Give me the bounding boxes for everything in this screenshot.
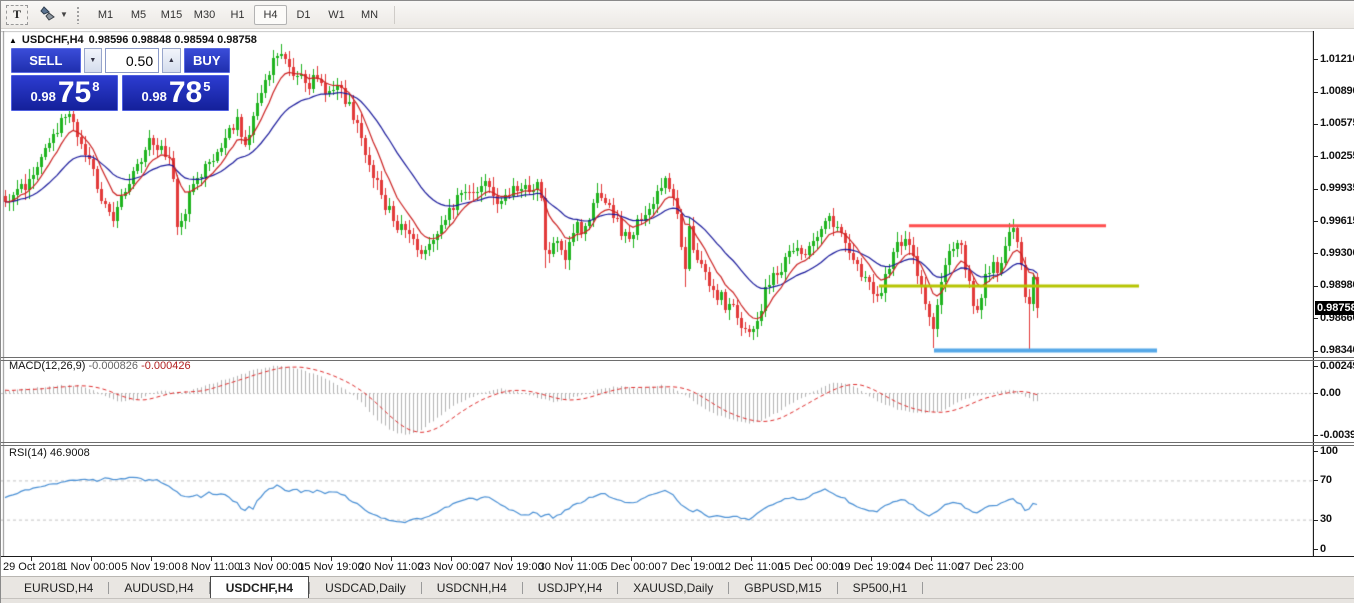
price-tick-label: 0.99300 [1320, 247, 1354, 259]
price-tick-mark [1314, 156, 1318, 157]
chart-tab-bar: EURUSD,H4AUDUSD,H4USDCHF,H4USDCAD,DailyU… [1, 576, 1354, 598]
buy-price-box[interactable]: 0.98 78 5 [122, 75, 229, 111]
status-strip [1, 598, 1354, 603]
macd-tick-mark [1314, 435, 1318, 436]
macd-tick-label: 0.002492 [1320, 360, 1354, 372]
price-tick-mark [1314, 253, 1318, 254]
macd-tick-mark [1314, 366, 1318, 367]
price-tick-label: 1.00890 [1320, 85, 1354, 97]
buy-button[interactable]: BUY [184, 48, 230, 73]
macd-name: MACD(12,26,9) [9, 360, 85, 372]
price-tick-mark [1314, 59, 1318, 60]
rsi-tick-label: 30 [1320, 513, 1332, 525]
rsi-indicator-label: RSI(14) 46.9008 [9, 447, 90, 459]
pane-separator[interactable] [1, 360, 1354, 361]
price-tick-label: 0.99615 [1320, 215, 1354, 227]
collapse-triangle-icon[interactable]: ▲ [9, 36, 17, 45]
tab-usdjpy-h4[interactable]: USDJPY,H4 [523, 578, 617, 598]
tab-eurusd-h4[interactable]: EURUSD,H4 [9, 578, 108, 598]
chart-symbol-period: USDCHF,H4 [22, 34, 84, 46]
toolbar: T ▼ M1M5M15M30H1H4D1W1MN [1, 1, 1354, 29]
toolbar-separator [394, 6, 395, 24]
tab-usdchf-h4[interactable]: USDCHF,H4 [210, 576, 309, 598]
timeframe-buttons: M1M5M15M30H1H4D1W1MN [89, 5, 386, 25]
tab-sp500-h1[interactable]: SP500,H1 [838, 578, 923, 598]
macd-signal-value: -0.000426 [141, 360, 191, 372]
rsi-tick-label: 0 [1320, 543, 1326, 555]
timeframe-button-m30[interactable]: M30 [188, 5, 221, 25]
timeframe-button-mn[interactable]: MN [353, 5, 386, 25]
tab-gbpusd-m15[interactable]: GBPUSD,M15 [729, 578, 836, 598]
sell-button[interactable]: SELL [11, 48, 81, 73]
price-tick-mark [1314, 189, 1318, 190]
price-tick-mark [1314, 124, 1318, 125]
text-label-tool-button[interactable]: T [6, 5, 28, 25]
buy-price-prefix: 0.98 [142, 89, 167, 104]
lot-size-input[interactable] [105, 48, 159, 73]
timeframe-button-m5[interactable]: M5 [122, 5, 155, 25]
rsi-tick-label: 70 [1320, 474, 1332, 486]
chevron-down-icon: ▼ [60, 10, 68, 19]
chart-title: ▲ USDCHF,H4 0.98596 0.98848 0.98594 0.98… [9, 34, 257, 46]
lot-decrease-button[interactable]: ▼ [84, 48, 102, 73]
tab-usdcnh-h4[interactable]: USDCNH,H4 [422, 578, 522, 598]
macd-main-value: -0.000826 [88, 360, 138, 372]
rsi-name: RSI(14) [9, 447, 47, 459]
rsi-tick-mark [1314, 549, 1318, 550]
buy-price-pip: 5 [203, 79, 210, 94]
current-price-badge: 0.98758 [1315, 301, 1354, 315]
time-tick-label: 27 Dec 23:00 [946, 561, 1036, 573]
macd-tick-mark [1314, 393, 1318, 394]
price-tick-label: 1.01210 [1320, 53, 1354, 65]
diamond-shapes-icon [38, 5, 58, 24]
sell-price-prefix: 0.98 [31, 89, 56, 104]
lot-increase-button[interactable]: ▲ [162, 48, 180, 73]
one-click-trade-panel: SELL ▼ ▲ BUY 0.98 75 8 0.98 78 5 [11, 48, 230, 111]
trading-platform-window: { "toolbar": { "text_tool_label": "T", "… [0, 0, 1354, 603]
rsi-value: 46.9008 [50, 447, 90, 459]
price-tick-label: 0.98980 [1320, 279, 1354, 291]
chart-ohlc-values: 0.98596 0.98848 0.98594 0.98758 [89, 34, 257, 46]
price-tick-label: 1.00575 [1320, 117, 1354, 129]
macd-tick-label: -0.003913 [1320, 429, 1354, 441]
price-tick-mark [1314, 286, 1318, 287]
pane-separator[interactable] [1, 442, 1354, 443]
timeframe-button-m15[interactable]: M15 [155, 5, 188, 25]
sell-price-box[interactable]: 0.98 75 8 [11, 75, 118, 111]
sell-price-big: 75 [58, 78, 91, 108]
macd-tick-label: 0.00 [1320, 387, 1341, 399]
chart-objects-tool-button[interactable]: ▼ [36, 5, 70, 25]
chart-window: ▲ USDCHF,H4 0.98596 0.98848 0.98594 0.98… [1, 29, 1354, 576]
tab-separator [922, 582, 923, 594]
tab-usdcad-daily[interactable]: USDCAD,Daily [310, 578, 421, 598]
timeframe-button-h1[interactable]: H1 [221, 5, 254, 25]
sell-price-pip: 8 [92, 79, 99, 94]
price-tick-mark [1314, 92, 1318, 93]
pane-separator[interactable] [1, 357, 1354, 358]
price-tick-mark [1314, 351, 1318, 352]
price-tick-mark [1314, 318, 1318, 319]
price-tick-label: 0.99935 [1320, 182, 1354, 194]
tab-audusd-h4[interactable]: AUDUSD,H4 [109, 578, 208, 598]
time-axis[interactable]: 29 Oct 20181 Nov 00:005 Nov 19:008 Nov 1… [1, 557, 1354, 576]
price-tick-label: 1.00255 [1320, 150, 1354, 162]
price-tick-label: 0.98340 [1320, 344, 1354, 356]
price-tick-mark [1314, 221, 1318, 222]
tab-xauusd-daily[interactable]: XAUUSD,Daily [618, 578, 728, 598]
timeframe-button-m1[interactable]: M1 [89, 5, 122, 25]
macd-indicator-label: MACD(12,26,9) -0.000826 -0.000426 [9, 360, 191, 372]
buy-price-big: 78 [169, 78, 202, 108]
pane-separator[interactable] [1, 445, 1354, 446]
rsi-tick-mark [1314, 520, 1318, 521]
rsi-tick-mark [1314, 480, 1318, 481]
timeframe-button-h4[interactable]: H4 [254, 5, 287, 25]
rsi-tick-mark [1314, 451, 1318, 452]
timeframe-button-w1[interactable]: W1 [320, 5, 353, 25]
toolbar-grip-handle[interactable] [76, 6, 81, 24]
timeframe-button-d1[interactable]: D1 [287, 5, 320, 25]
price-axis[interactable]: 1.01210 1.00890 1.00575 1.00255 0.99935 0.996… [1314, 29, 1354, 557]
rsi-tick-label: 100 [1320, 445, 1338, 457]
